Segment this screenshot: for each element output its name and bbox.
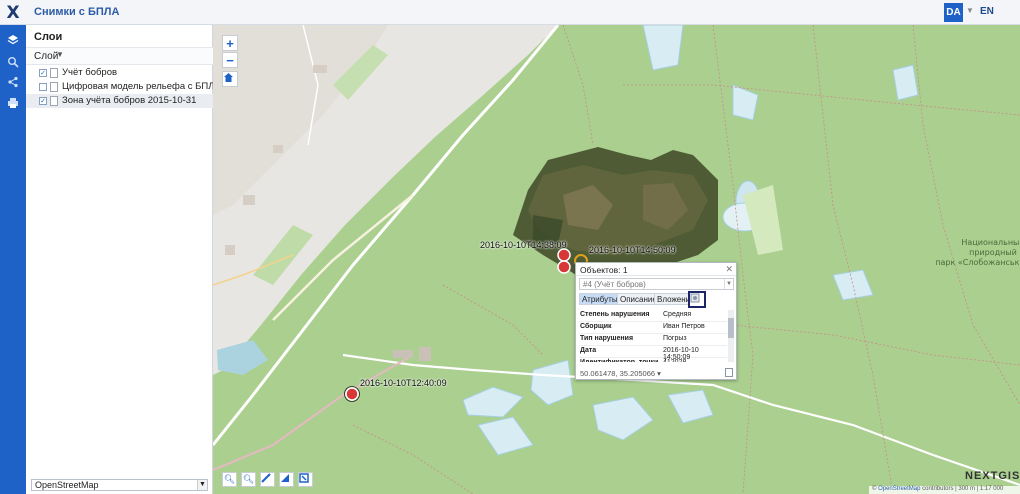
zoom-in-button[interactable]: + (222, 35, 238, 51)
table-row: Дата 2016-10-10 14:50:09 (579, 346, 727, 361)
layer-item[interactable]: ✓ Зона учёта бобров 2015-10-31 (26, 94, 213, 108)
chevron-down-icon[interactable]: ▼ (197, 480, 207, 490)
attr-key: Дата (580, 347, 597, 354)
layer-menu-label[interactable]: Слой (34, 51, 58, 62)
chevron-down-icon[interactable]: ▼ (966, 6, 974, 15)
layers-icon[interactable] (6, 33, 20, 47)
print-icon[interactable] (6, 96, 20, 110)
map-background: Национальный природный парк «Слобожанськ… (213, 25, 1020, 494)
identify-popup: Объектов: 1 ✕ #4 (Учёт бобров) ▼ Атрибут… (575, 262, 737, 380)
app-title: Снимки с БПЛА (34, 6, 120, 18)
tab-attributes[interactable]: Атрибуты (579, 293, 621, 305)
attachment-icon (690, 293, 700, 303)
attr-value: Погрыз (663, 335, 687, 342)
marker-label: 2016-10-10T14:50:09 (589, 245, 676, 255)
attribution-link[interactable]: OpenStreetMap (878, 486, 920, 492)
coordinates-value: 50.061478, 35.205066 (580, 369, 656, 378)
share-icon[interactable] (6, 75, 20, 89)
attr-value: Средняя (663, 311, 692, 318)
top-bar: X Снимки с БПЛА DA ▼ EN (0, 0, 1020, 25)
park-label-line: парк «Слобожанський» (935, 258, 1020, 267)
search-icon[interactable] (6, 55, 20, 69)
attr-key: Сборщик (580, 323, 612, 330)
marker-label: 2016-10-10T12:40:09 (360, 378, 447, 388)
home-button[interactable] (222, 71, 238, 87)
objects-count: Объектов: 1 (580, 265, 628, 275)
layer-label: Зона учёта бобров 2015-10-31 (62, 95, 197, 106)
feature-select[interactable]: #4 (Учёт бобров) ▼ (579, 278, 734, 290)
attributes-table: Степень нарушения Средняя Сборщик Иван Пет… (579, 310, 727, 362)
layer-menu[interactable]: Слой ▼ (26, 47, 213, 65)
attr-value: 412028 (663, 359, 686, 362)
table-row: Тип нарушения Погрыз (579, 334, 727, 346)
park-label-line: Национальный (961, 238, 1020, 247)
basemap-select[interactable]: OpenStreetMap ▼ (31, 479, 208, 491)
language-da-button[interactable]: DA (944, 3, 963, 22)
attr-key: Тип нарушения (580, 335, 634, 342)
attr-key: Степень нарушения (580, 311, 650, 318)
map-canvas[interactable]: Национальный природный парк «Слобожанськ… (213, 25, 1020, 494)
table-row: Степень нарушения Средняя (579, 310, 727, 322)
zoom-out-button[interactable]: − (222, 52, 238, 68)
zoom-out-tool-button[interactable]: 🔍︎ (241, 472, 256, 487)
close-icon[interactable]: ✕ (725, 264, 733, 275)
nextgis-logo: NEXTGIS (965, 470, 1020, 482)
highlighted-tab-icon[interactable] (688, 291, 706, 308)
layer-item[interactable]: Цифровая модель рельефа с БПЛА (26, 80, 221, 94)
measure-distance-button[interactable] (260, 472, 275, 487)
tool-sidebar (0, 25, 26, 494)
ruler-icon (261, 473, 271, 483)
identify-button[interactable] (298, 472, 313, 487)
identify-icon (299, 473, 309, 483)
popup-header: Объектов: 1 ✕ (576, 263, 736, 276)
layer-item[interactable]: ✓ Учёт бобров (26, 66, 213, 80)
attribution-suffix: contributors | 300 m | 1:17 000 (920, 486, 1004, 492)
area-icon (281, 474, 289, 482)
feature-select-value: #4 (Учёт бобров) (583, 280, 646, 289)
app-logo[interactable]: X (0, 0, 26, 25)
chevron-down-icon[interactable]: ▼ (724, 279, 733, 289)
home-icon (224, 73, 233, 82)
scrollbar-thumb[interactable] (728, 318, 734, 338)
marker-label: 2016-10-10T14:38:09 (480, 240, 567, 250)
park-label-line: природный (969, 248, 1017, 257)
copy-icon[interactable] (725, 368, 733, 377)
basemap-value: OpenStreetMap (35, 480, 99, 490)
panel-title: Слои (34, 31, 63, 43)
layers-panel: Слои Слой ▼ ✓ Учёт бобров Цифровая модел… (26, 25, 221, 494)
file-icon (50, 82, 58, 92)
layer-label: Цифровая модель рельефа с БПЛА (62, 81, 221, 92)
table-row: Идентификатор_точки 412028 (579, 358, 727, 362)
zoom-in-tool-button[interactable]: 🔍︎ (222, 472, 237, 487)
map-attribution: © OpenStreetMap contributors | 300 m | 1… (869, 486, 1020, 494)
layer-checkbox[interactable] (39, 83, 47, 91)
table-row: Сборщик Иван Петров (579, 322, 727, 334)
coordinates-readout[interactable]: 50.061478, 35.205066 ▾ (580, 369, 661, 378)
language-en-button[interactable]: EN (980, 6, 994, 17)
measure-area-button[interactable] (279, 472, 294, 487)
layer-label: Учёт бобров (62, 67, 118, 78)
file-icon (50, 68, 58, 78)
attr-value: Иван Петров (663, 323, 705, 330)
layer-checkbox[interactable]: ✓ (39, 97, 47, 105)
chevron-down-icon[interactable]: ▼ (56, 50, 64, 59)
attributes-scrollbar[interactable] (728, 310, 734, 362)
layer-checkbox[interactable]: ✓ (39, 69, 47, 77)
attr-key: Идентификатор_точки (580, 359, 658, 362)
file-icon (50, 96, 58, 106)
